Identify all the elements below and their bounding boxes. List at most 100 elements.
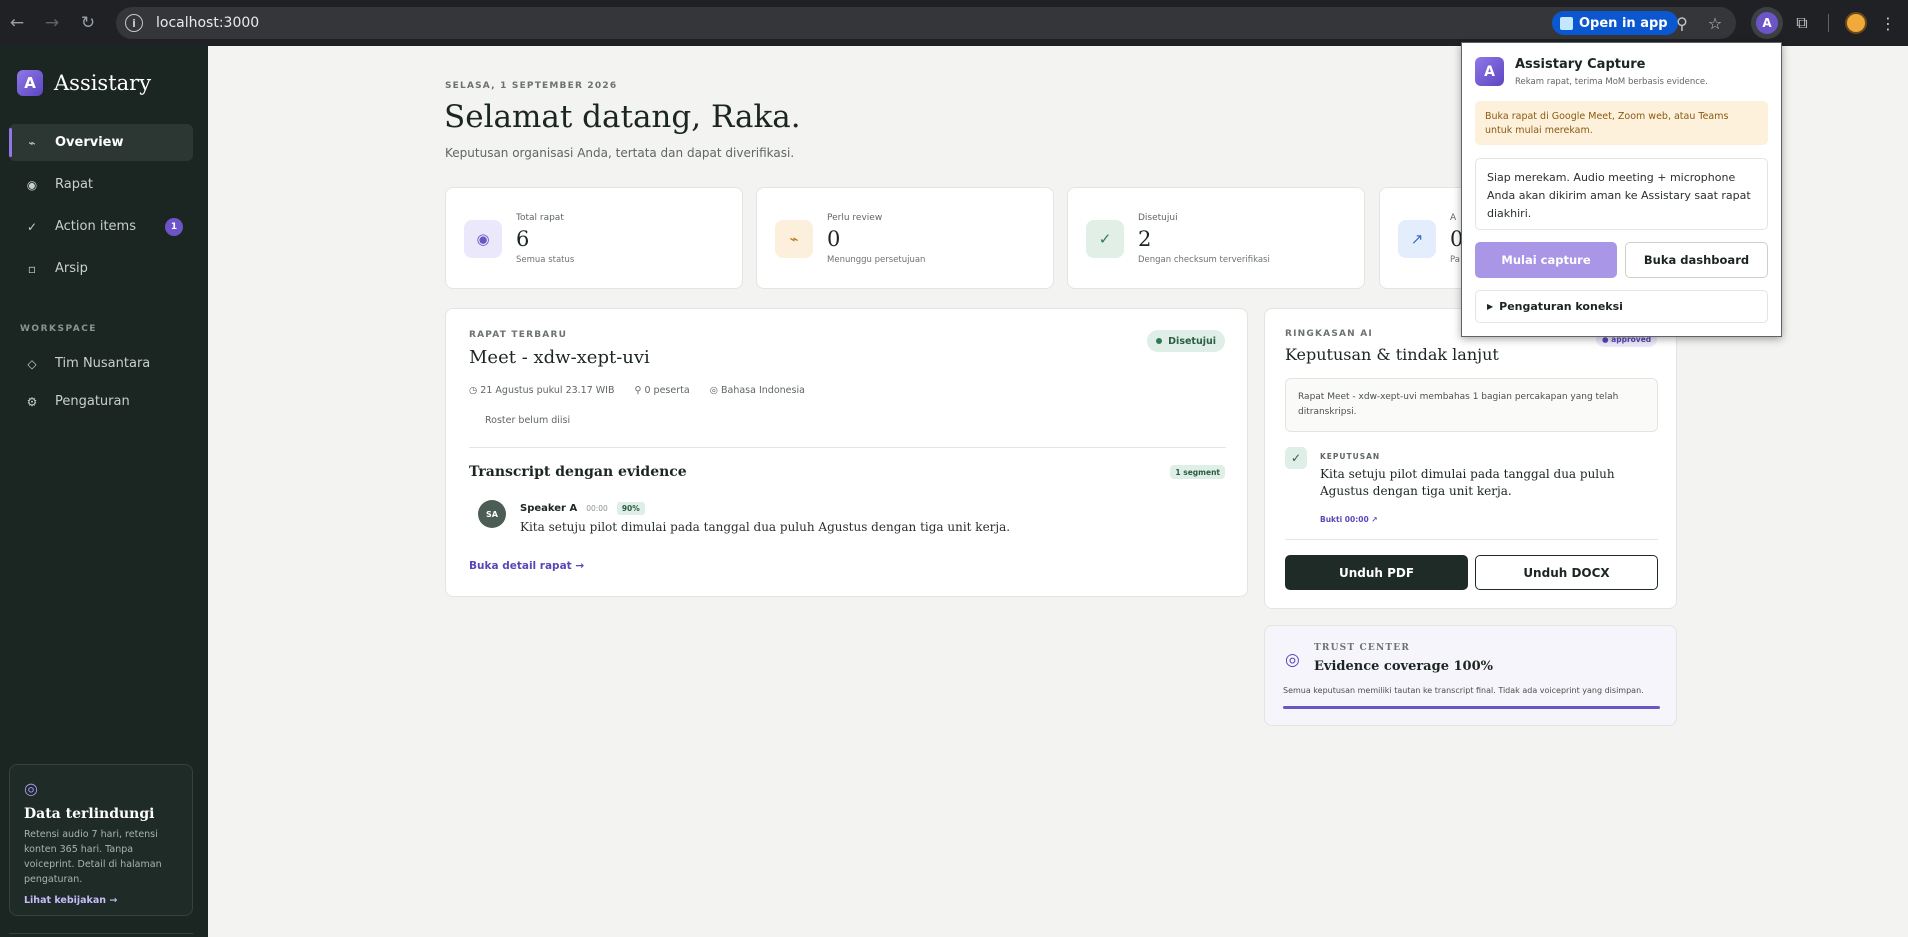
decision-label: KEPUTUSAN — [1320, 452, 1381, 461]
download-pdf-button[interactable]: Unduh PDF — [1285, 555, 1468, 590]
zoom-icon[interactable]: ⚲ — [1670, 11, 1694, 35]
avatar: SA — [478, 500, 506, 528]
target-icon: ◎ — [1285, 650, 1300, 670]
timestamp[interactable]: 00:00 — [586, 504, 608, 513]
app-grid-icon — [1560, 16, 1573, 30]
utterance-text: Kita setuju pilot dimulai pada tanggal d… — [520, 520, 1011, 534]
brand-logo: A — [17, 70, 43, 96]
check-icon: ✓ — [26, 219, 38, 234]
stat-card-total-rapat[interactable]: ◉ Total rapat 6 Semua status — [445, 187, 743, 289]
popup-subtitle: Rekam rapat, terima MoM berbasis evidenc… — [1515, 77, 1708, 87]
pulse-icon: ⌁ — [28, 135, 36, 150]
meeting-language: ◎ Bahasa Indonesia — [709, 385, 805, 396]
stat-label: A — [1450, 213, 1457, 223]
menu-dots-icon[interactable]: ⋮ — [1876, 11, 1900, 35]
divider — [469, 447, 1226, 448]
download-docx-button[interactable]: Unduh DOCX — [1475, 555, 1658, 590]
coverage-title: Evidence coverage 100% — [1314, 659, 1493, 674]
assistary-extension-button[interactable]: A — [1751, 7, 1783, 39]
sidebar-item-pengaturan[interactable]: ⚙ Pengaturan — [9, 383, 193, 420]
sidebar-item-arsip[interactable]: ▫ Arsip — [9, 250, 193, 287]
sidebar-item-rapat[interactable]: ◉ Rapat — [9, 166, 193, 203]
latest-meeting-heading: RAPAT TERBARU — [469, 330, 568, 340]
status-dot-icon — [1156, 338, 1163, 344]
roster-note: Roster belum diisi — [485, 415, 571, 426]
speaker-name: Speaker A — [520, 503, 578, 514]
pulse-icon: ⌁ — [775, 220, 813, 258]
stat-label: Disetujui — [1138, 213, 1178, 223]
profile-avatar[interactable] — [1845, 12, 1867, 34]
workspace-heading: WORKSPACE — [20, 324, 97, 334]
disclosure-triangle-icon: ▶ — [1487, 302, 1494, 311]
decision-text: Kita setuju pilot dimulai pada tanggal d… — [1320, 467, 1615, 498]
browser-toolbar: ← → ↻ i localhost:3000 Open in app ⚲ ☆ A… — [0, 0, 1908, 46]
confidence-badge: 90% — [616, 502, 645, 515]
popup-warning: Buka rapat di Google Meet, Zoom web, ata… — [1475, 101, 1768, 145]
stat-sub: Dengan checksum terverifikasi — [1138, 255, 1270, 265]
address-bar[interactable]: i localhost:3000 — [116, 7, 1736, 39]
extensions-puzzle-icon[interactable]: ⧉ — [1790, 11, 1814, 35]
stat-card-perlu-review[interactable]: ⌁ Perlu review 0 Menunggu persetujuan — [756, 187, 1054, 289]
segment-count-badge: 1 segment — [1170, 465, 1225, 479]
sidebar-item-overview[interactable]: ⌁ Overview — [9, 124, 193, 161]
popup-logo: A — [1475, 57, 1504, 86]
stat-value: 0 — [827, 227, 841, 251]
trust-text: Semua keputusan memiliki tautan ke trans… — [1283, 686, 1644, 695]
archive-icon: ▫ — [27, 261, 37, 276]
meeting-title: Meet - xdw-xept-uvi — [469, 347, 650, 368]
evidence-link[interactable]: Bukti 00:00 ↗ — [1320, 515, 1378, 524]
current-date: SELASA, 1 SEPTEMBER 2026 — [445, 81, 618, 91]
site-info-icon[interactable]: i — [125, 14, 143, 32]
sidebar-item-tim-nusantara[interactable]: ◇ Tim Nusantara — [9, 345, 193, 382]
open-dashboard-button[interactable]: Buka dashboard — [1625, 242, 1768, 278]
brand[interactable]: A Assistary — [17, 70, 151, 96]
reload-icon[interactable]: ↻ — [74, 9, 102, 37]
stat-card-disetujui[interactable]: ✓ Disetujui 2 Dengan checksum terverifik… — [1067, 187, 1365, 289]
popup-title: Assistary Capture — [1515, 57, 1646, 72]
protection-title: Data terlindungi — [24, 806, 155, 822]
summary-text: Rapat Meet - xdw-xept-uvi membahas 1 bag… — [1285, 378, 1658, 432]
stat-label: Perlu review — [827, 213, 883, 223]
speaker-row: Speaker A 00:00 90% — [520, 502, 645, 515]
meeting-detail-link[interactable]: Buka detail rapat → — [469, 560, 584, 572]
check-icon: ✓ — [1285, 447, 1307, 469]
sidebar-item-label: Rapat — [55, 177, 94, 192]
sidebar: A Assistary ⌁ Overview ◉ Rapat ✓ Action … — [0, 46, 208, 937]
stat-sub: Menunggu persetujuan — [827, 255, 926, 265]
check-icon: ✓ — [1086, 220, 1124, 258]
connection-settings-label: Pengaturan koneksi — [1499, 300, 1623, 313]
sidebar-item-label: Action items — [55, 219, 136, 234]
bookmark-star-icon[interactable]: ☆ — [1703, 11, 1727, 35]
coverage-bar — [1283, 706, 1660, 709]
stat-value: 2 — [1138, 227, 1152, 251]
transcript-heading: Transcript dengan evidence — [469, 464, 687, 480]
data-protection-card: ◎ Data terlindungi Retensi audio 7 hari,… — [9, 764, 193, 916]
latest-meeting-card: RAPAT TERBARU Meet - xdw-xept-uvi Disetu… — [445, 308, 1248, 597]
brand-name: Assistary — [54, 71, 152, 95]
open-in-app-label: Open in app — [1579, 15, 1668, 31]
divider — [1285, 539, 1658, 540]
gear-icon: ⚙ — [26, 394, 38, 409]
shield-target-icon: ◎ — [24, 779, 38, 798]
trust-center-card: ◎ TRUST CENTER Evidence coverage 100% Se… — [1264, 625, 1677, 726]
status-label: Disetujui — [1168, 335, 1216, 347]
sidebar-item-label: Overview — [55, 135, 124, 150]
meeting-meta: ◷ 21 Agustus pukul 23.17 WIB ⚲ 0 peserta… — [469, 385, 805, 396]
page-subtitle: Keputusan organisasi Anda, tertata dan d… — [445, 146, 795, 160]
meeting-time: ◷ 21 Agustus pukul 23.17 WIB — [469, 385, 615, 396]
open-in-app-button[interactable]: Open in app — [1552, 11, 1678, 35]
start-capture-button[interactable]: Mulai capture — [1475, 242, 1617, 278]
action-items-count-badge: 1 — [165, 218, 183, 236]
forward-icon[interactable]: → — [38, 9, 66, 37]
trend-arrow-icon: ↗ — [1398, 220, 1436, 258]
status-badge: Disetujui — [1147, 330, 1225, 352]
extension-letter: A — [1756, 12, 1778, 34]
sidebar-divider — [9, 933, 193, 934]
policy-link[interactable]: Lihat kebijakan → — [24, 895, 178, 906]
sidebar-item-label: Tim Nusantara — [55, 356, 151, 371]
popup-info: Siap merekam. Audio meeting + microphone… — [1475, 158, 1768, 230]
back-icon[interactable]: ← — [3, 9, 31, 37]
connection-settings-toggle[interactable]: ▶ Pengaturan koneksi — [1475, 290, 1768, 323]
stat-sub: Pa — [1450, 255, 1460, 265]
sidebar-item-action-items[interactable]: ✓ Action items 1 — [9, 208, 193, 245]
